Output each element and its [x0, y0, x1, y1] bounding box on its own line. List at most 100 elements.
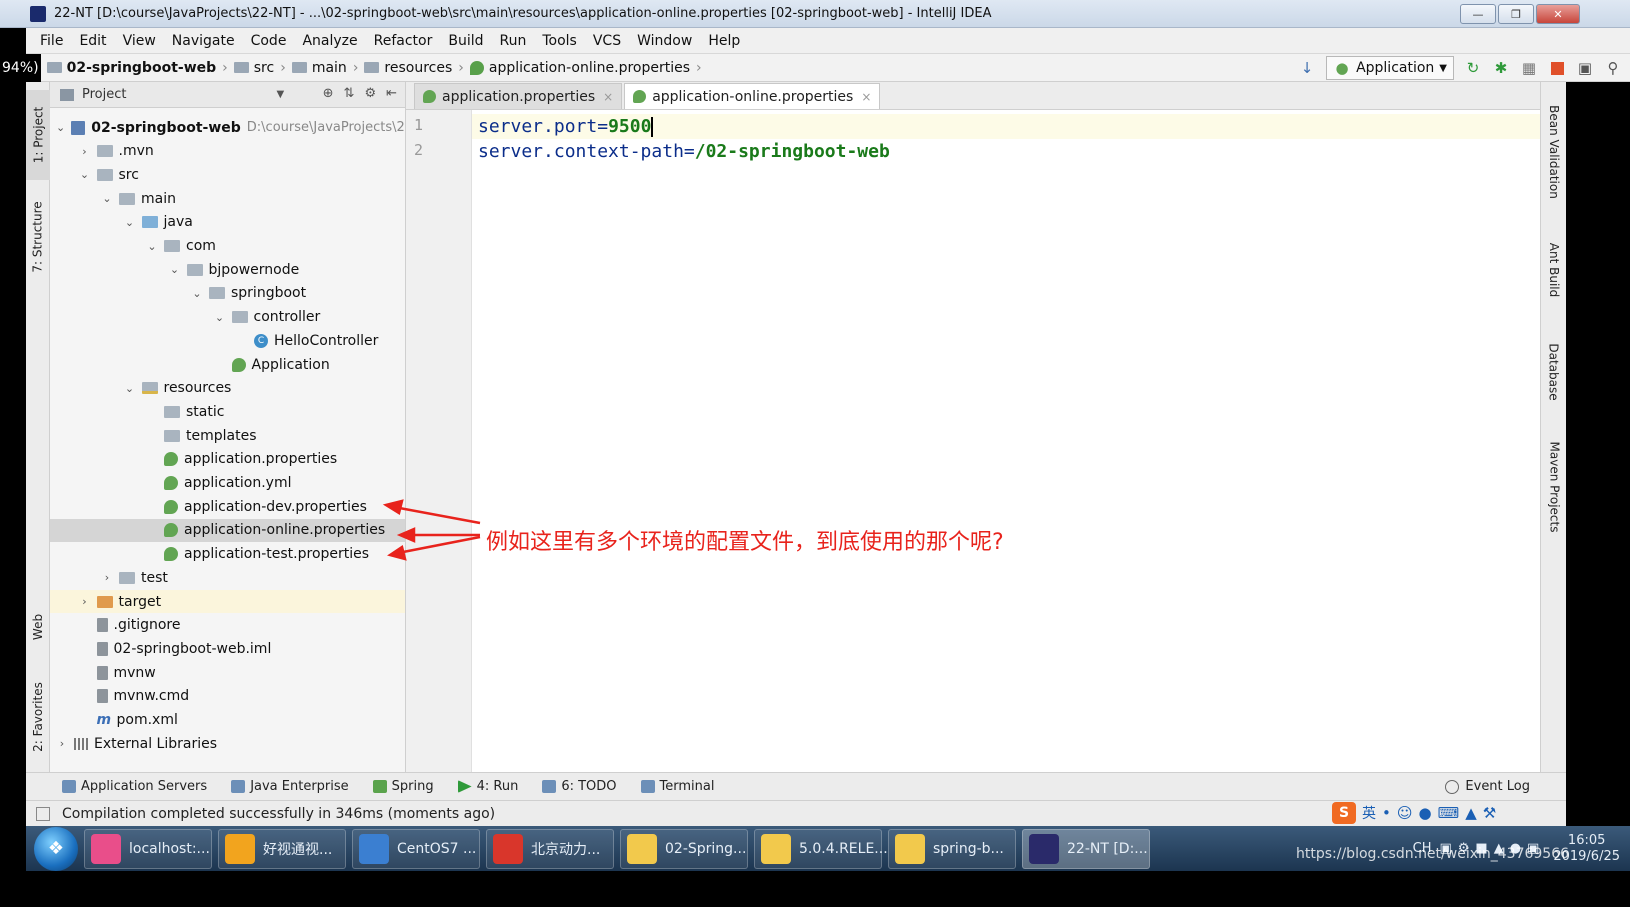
locate-icon[interactable]: ⊕ — [323, 86, 334, 101]
status-toggle-icon[interactable] — [36, 806, 50, 821]
hide-icon[interactable]: ⇤ — [386, 86, 397, 101]
menu-item-navigate[interactable]: Navigate — [164, 33, 243, 49]
tree-item[interactable]: ⌄ bjpowernode — [50, 258, 405, 281]
tool-window-spring[interactable]: Spring — [372, 779, 434, 794]
menu-item-analyze[interactable]: Analyze — [294, 33, 365, 49]
rerun-icon[interactable]: ↻ — [1464, 59, 1482, 77]
taskbar-task[interactable]: 02-Spring... — [620, 828, 748, 869]
menu-item-file[interactable]: File — [32, 33, 71, 49]
tree-item[interactable]: ⌄ src — [50, 163, 405, 186]
minimize-button[interactable]: — — [1460, 4, 1496, 24]
build-icon[interactable]: ↓ — [1298, 59, 1316, 77]
menu-item-run[interactable]: Run — [492, 33, 535, 49]
chevron-down-icon[interactable]: ▼ — [276, 89, 284, 100]
tool-window-java-enterprise[interactable]: Java Enterprise — [231, 779, 349, 794]
collapse-icon[interactable]: ⇅ — [344, 86, 355, 101]
gear-icon[interactable]: ⚙ — [364, 86, 376, 101]
code-area[interactable]: ✔ server.port=9500server.context-path=/0… — [472, 110, 1540, 772]
tab-favorites[interactable]: 2: Favorites — [26, 672, 50, 762]
tree-item[interactable]: 02-springboot-web.iml — [50, 637, 405, 660]
tab-ant-build[interactable]: Ant Build — [1541, 222, 1567, 317]
restore-button[interactable]: ❐ — [1498, 4, 1534, 24]
tree-item[interactable]: › External Libraries — [50, 732, 405, 755]
tab-structure[interactable]: 7: Structure — [26, 187, 50, 287]
punct-icon[interactable]: • — [1382, 804, 1391, 822]
chevron-down-icon[interactable]: ⌄ — [146, 240, 158, 253]
project-structure-icon[interactable]: ▣ — [1576, 59, 1594, 77]
chevron-down-icon[interactable]: ⌄ — [214, 311, 226, 324]
chevron-right-icon[interactable]: › — [101, 571, 113, 584]
tree-item[interactable]: ⌄ java — [50, 211, 405, 234]
tree-item[interactable]: ⌄ 02-springboot-web D:\course\JavaProjects… — [50, 116, 405, 139]
tree-item[interactable]: Application — [50, 353, 405, 376]
tree-item[interactable]: › target — [50, 590, 405, 613]
tree-item[interactable]: application-test.properties — [50, 543, 405, 566]
taskbar-task[interactable]: 22-NT [D:... — [1022, 828, 1150, 869]
editor-tab[interactable]: application-online.properties × — [624, 83, 881, 109]
breadcrumb-item[interactable]: 02-springboot-web › — [46, 60, 228, 76]
tree-item[interactable]: ⌄ springboot — [50, 282, 405, 305]
tool-window--run[interactable]: 4: Run — [457, 779, 518, 794]
chevron-down-icon[interactable]: ⌄ — [169, 263, 181, 276]
tab-database[interactable]: Database — [1541, 327, 1567, 417]
tree-item[interactable]: templates — [50, 424, 405, 447]
breadcrumb-item[interactable]: resources › — [364, 60, 464, 76]
tree-item[interactable]: application.yml — [50, 472, 405, 495]
chevron-down-icon[interactable]: ⌄ — [124, 382, 136, 395]
code-line[interactable]: server.context-path =/02-springboot-web — [472, 139, 1540, 164]
tree-item[interactable]: static — [50, 400, 405, 423]
project-panel-title[interactable]: Project — [82, 87, 126, 102]
chevron-down-icon[interactable]: ⌄ — [124, 216, 136, 229]
menu-item-tools[interactable]: Tools — [534, 33, 585, 49]
tree-item[interactable]: mvnw.cmd — [50, 685, 405, 708]
search-icon[interactable]: ⚲ — [1604, 59, 1622, 77]
stop-icon[interactable] — [1548, 59, 1566, 77]
tree-item[interactable]: ⌄ resources — [50, 377, 405, 400]
skin-icon[interactable]: ▲ — [1465, 804, 1477, 822]
taskbar-task[interactable]: 5.0.4.RELE... — [754, 828, 888, 869]
close-window-button[interactable]: ✕ — [1536, 4, 1580, 24]
menu-item-code[interactable]: Code — [243, 33, 295, 49]
keyboard-icon[interactable]: ⌨ — [1438, 804, 1460, 822]
tab-web[interactable]: Web — [26, 597, 50, 657]
breadcrumb-item[interactable]: src › — [233, 60, 286, 76]
tree-item[interactable]: application.properties — [50, 448, 405, 471]
tool-window-application-servers[interactable]: Application Servers — [62, 779, 207, 794]
start-button[interactable]: ❖ — [34, 826, 78, 871]
code-line[interactable]: server.port = 9500 — [472, 114, 1540, 139]
emoji-icon[interactable]: ☺ — [1397, 804, 1413, 822]
close-icon[interactable]: × — [603, 90, 613, 104]
menu-item-help[interactable]: Help — [700, 33, 748, 49]
chevron-down-icon[interactable]: ⌄ — [56, 121, 65, 134]
chevron-right-icon[interactable]: › — [79, 595, 91, 608]
taskbar-task[interactable]: CentOS7 ... — [352, 828, 480, 869]
tool-window--todo[interactable]: 6: TODO — [542, 779, 617, 794]
chevron-down-icon[interactable]: ⌄ — [101, 192, 113, 205]
tree-item[interactable]: ⌄ controller — [50, 306, 405, 329]
chevron-down-icon[interactable]: ⌄ — [79, 168, 91, 181]
chevron-right-icon[interactable]: › — [56, 737, 68, 750]
menu-item-build[interactable]: Build — [440, 33, 491, 49]
run-config-select[interactable]: ● Application ▼ — [1326, 56, 1454, 80]
taskbar-task[interactable]: 好视通视... — [218, 828, 346, 869]
menu-item-refactor[interactable]: Refactor — [366, 33, 441, 49]
editor-tab[interactable]: application.properties × — [414, 83, 623, 109]
close-icon[interactable]: × — [861, 90, 871, 104]
sogou-ime-icon[interactable]: S — [1332, 802, 1356, 824]
chevron-down-icon[interactable]: ⌄ — [191, 287, 203, 300]
tab-maven-projects[interactable]: Maven Projects — [1541, 427, 1567, 547]
tree-item[interactable]: › .mvn — [50, 140, 405, 163]
tree-item[interactable]: application-online.properties — [50, 518, 405, 542]
coverage-icon[interactable]: ▦ — [1520, 59, 1538, 77]
tree-item[interactable]: mvnw — [50, 661, 405, 684]
ime-lang[interactable]: 英 — [1362, 803, 1376, 823]
taskbar-task[interactable]: spring-b... — [888, 828, 1016, 869]
tree-item[interactable]: ⌄ com — [50, 235, 405, 258]
tree-item[interactable]: application-dev.properties — [50, 495, 405, 518]
tree-item[interactable]: › test — [50, 566, 405, 589]
menu-item-window[interactable]: Window — [629, 33, 700, 49]
tree-item[interactable]: m pom.xml — [50, 709, 405, 732]
tree-item[interactable]: .gitignore — [50, 614, 405, 637]
tool-window-terminal[interactable]: Terminal — [640, 779, 714, 794]
breadcrumb-item[interactable]: main › — [291, 60, 358, 76]
